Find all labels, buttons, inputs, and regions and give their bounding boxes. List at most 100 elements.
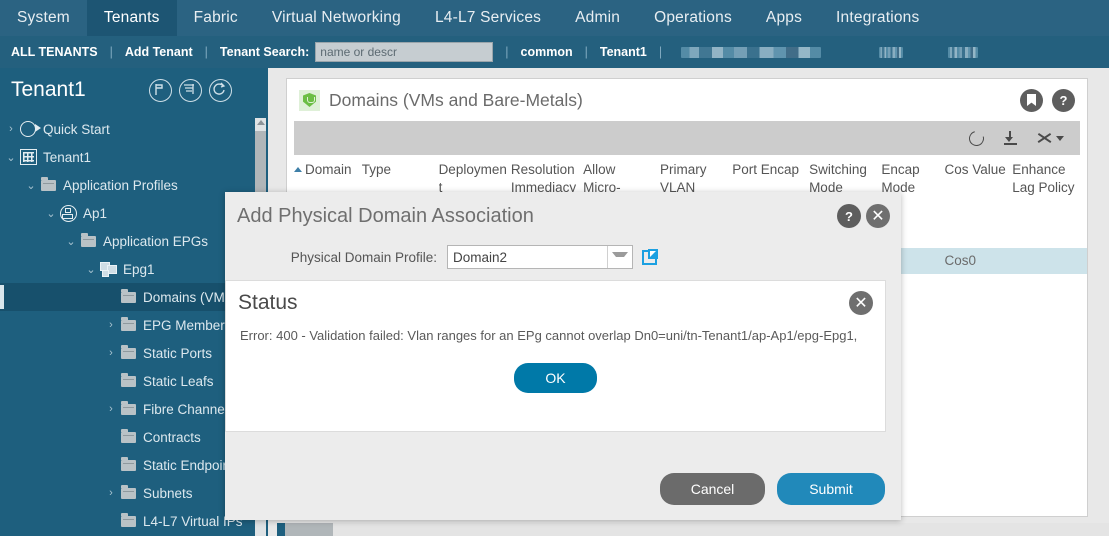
dialog-title: Add Physical Domain Association: [237, 204, 534, 227]
folder-icon: [118, 456, 138, 471]
epg-icon: [98, 262, 118, 277]
tools-icon[interactable]: [1037, 131, 1064, 145]
folder-icon: [118, 372, 138, 387]
sort-ascending-icon: [294, 167, 302, 172]
tree-item-label: Tenant1: [43, 149, 92, 165]
chevron-down-icon[interactable]: [607, 246, 632, 268]
nav-tab-label: Fabric: [193, 9, 238, 26]
sidebar-header-actions: [149, 78, 277, 102]
nav-tab-virtual-networking[interactable]: Virtual Networking: [255, 0, 418, 36]
folder-icon: [118, 316, 138, 331]
column-label: Domain: [305, 162, 352, 177]
tenant-link-tenant1[interactable]: Tenant1: [589, 45, 658, 59]
column-label: Type: [361, 162, 392, 177]
nav-tab-label: Integrations: [836, 9, 920, 26]
scroll-up-icon[interactable]: [257, 120, 265, 125]
nav-tab-label: Tenants: [103, 9, 160, 26]
collapse-all-icon[interactable]: [149, 78, 172, 102]
separator: |: [505, 45, 509, 59]
tree-item-label: Application Profiles: [63, 177, 178, 193]
help-icon[interactable]: ?: [837, 204, 861, 228]
add-tenant-link[interactable]: Add Tenant: [114, 45, 204, 59]
all-tenants-link[interactable]: ALL TENANTS: [0, 45, 109, 59]
tree-item-quick-start[interactable]: › Quick Start: [0, 115, 277, 143]
download-icon[interactable]: [1004, 131, 1017, 145]
physical-domain-profile-select[interactable]: Domain2: [447, 245, 633, 269]
ok-button[interactable]: OK: [514, 362, 597, 393]
nav-tab-operations[interactable]: Operations: [637, 0, 749, 36]
column-header-enhance-lag-policy[interactable]: Enhance Lag Policy: [1012, 161, 1080, 234]
building-icon: [18, 149, 38, 165]
chevron-right-icon[interactable]: ›: [104, 487, 118, 499]
nav-tab-system[interactable]: System: [0, 0, 87, 36]
dialog-header-actions: ? ✕: [837, 204, 890, 228]
status-dialog-header: Status ✕: [226, 281, 885, 315]
chevron-down-icon[interactable]: ⌄: [64, 235, 78, 248]
folder-icon: [118, 288, 138, 303]
scrollbar-thumb[interactable]: [285, 523, 333, 536]
add-physical-domain-association-dialog: Add Physical Domain Association ? ✕ Phys…: [225, 192, 901, 520]
folder-icon: [38, 176, 58, 191]
nav-tab-label: Admin: [575, 9, 621, 26]
chevron-down-icon[interactable]: ⌄: [24, 179, 38, 192]
nav-tab-label: L4-L7 Services: [434, 9, 542, 26]
help-icon[interactable]: ?: [1052, 88, 1075, 112]
tenant-link-common[interactable]: common: [510, 45, 584, 59]
tenant-sub-navigation: ALL TENANTS | Add Tenant | Tenant Search…: [0, 36, 1109, 68]
nav-tab-fabric[interactable]: Fabric: [177, 0, 255, 36]
scrollbar-edge: [277, 523, 285, 536]
tree-item-label: Static Ports: [143, 345, 213, 361]
nav-tab-admin[interactable]: Admin: [558, 0, 637, 36]
dialog-header: Add Physical Domain Association ? ✕: [225, 192, 901, 240]
chevron-right-icon[interactable]: ›: [104, 347, 118, 359]
redacted-tenant-link[interactable]: [681, 46, 822, 58]
column-label: Encap Mode: [881, 162, 920, 196]
horizontal-scrollbar[interactable]: [277, 523, 1109, 536]
nav-tab-integrations[interactable]: Integrations: [819, 0, 936, 36]
chevron-right-icon[interactable]: ›: [104, 319, 118, 331]
column-label: Enhance Lag Policy: [1012, 162, 1075, 196]
tree-item-label: Ap1: [83, 205, 108, 221]
chevron-right-icon[interactable]: ›: [4, 123, 18, 135]
close-icon[interactable]: ✕: [849, 291, 873, 315]
tree-item-label: Quick Start: [43, 121, 110, 137]
tree-item-tenant1[interactable]: ⌄ Tenant1: [0, 143, 277, 171]
column-header-cos-value[interactable]: Cos Value: [945, 161, 1013, 234]
redacted-tenant-link[interactable]: [948, 46, 979, 58]
page-title: Domains (VMs and Bare-Metals): [329, 89, 583, 110]
status-actions: OK: [226, 346, 885, 393]
column-label: Switching Mode: [809, 162, 867, 196]
external-link-icon[interactable]: [642, 249, 658, 265]
refresh-icon[interactable]: [966, 127, 987, 149]
nav-tab-l4-l7-services[interactable]: L4-L7 Services: [418, 0, 558, 36]
chevron-right-icon[interactable]: ›: [104, 403, 118, 415]
refresh-icon[interactable]: [209, 78, 232, 102]
chevron-down-icon[interactable]: ⌄: [4, 151, 18, 164]
bookmark-icon[interactable]: [1020, 88, 1043, 112]
tenant-search-input[interactable]: [315, 42, 494, 62]
submit-button[interactable]: Submit: [777, 473, 885, 505]
nav-tab-tenants[interactable]: Tenants: [86, 0, 177, 36]
status-dialog-title: Status: [238, 291, 298, 314]
tree-item-label: Static Endpoint: [143, 457, 234, 473]
nav-tab-apps[interactable]: Apps: [749, 0, 819, 36]
dialog-footer: Cancel Submit: [225, 458, 901, 520]
tree-item-label: Application EPGs: [103, 233, 209, 249]
tenant-search-label: Tenant Search:: [219, 45, 310, 59]
sidebar-title: Tenant1: [11, 78, 86, 101]
redacted-tenant-link[interactable]: [879, 46, 904, 58]
table-toolbar: [294, 121, 1080, 155]
navigate-icon[interactable]: [179, 78, 202, 102]
folder-icon: [78, 232, 98, 247]
column-label: Primary VLAN: [659, 162, 707, 196]
tree-item-label: EPG Members: [143, 317, 232, 333]
physical-domain-profile-row: Physical Domain Profile: Domain2: [225, 240, 901, 274]
chevron-down-icon[interactable]: ⌄: [44, 207, 58, 220]
nav-tab-label: Apps: [765, 9, 803, 26]
cancel-button[interactable]: Cancel: [660, 473, 765, 505]
chevron-down-icon[interactable]: ⌄: [84, 263, 98, 276]
close-icon[interactable]: ✕: [866, 204, 890, 228]
column-label: Resolution Immediacy: [510, 162, 577, 196]
status-error-message: Error: 400 - Validation failed: Vlan ran…: [240, 328, 858, 343]
tree-item-label: Contracts: [143, 429, 201, 445]
